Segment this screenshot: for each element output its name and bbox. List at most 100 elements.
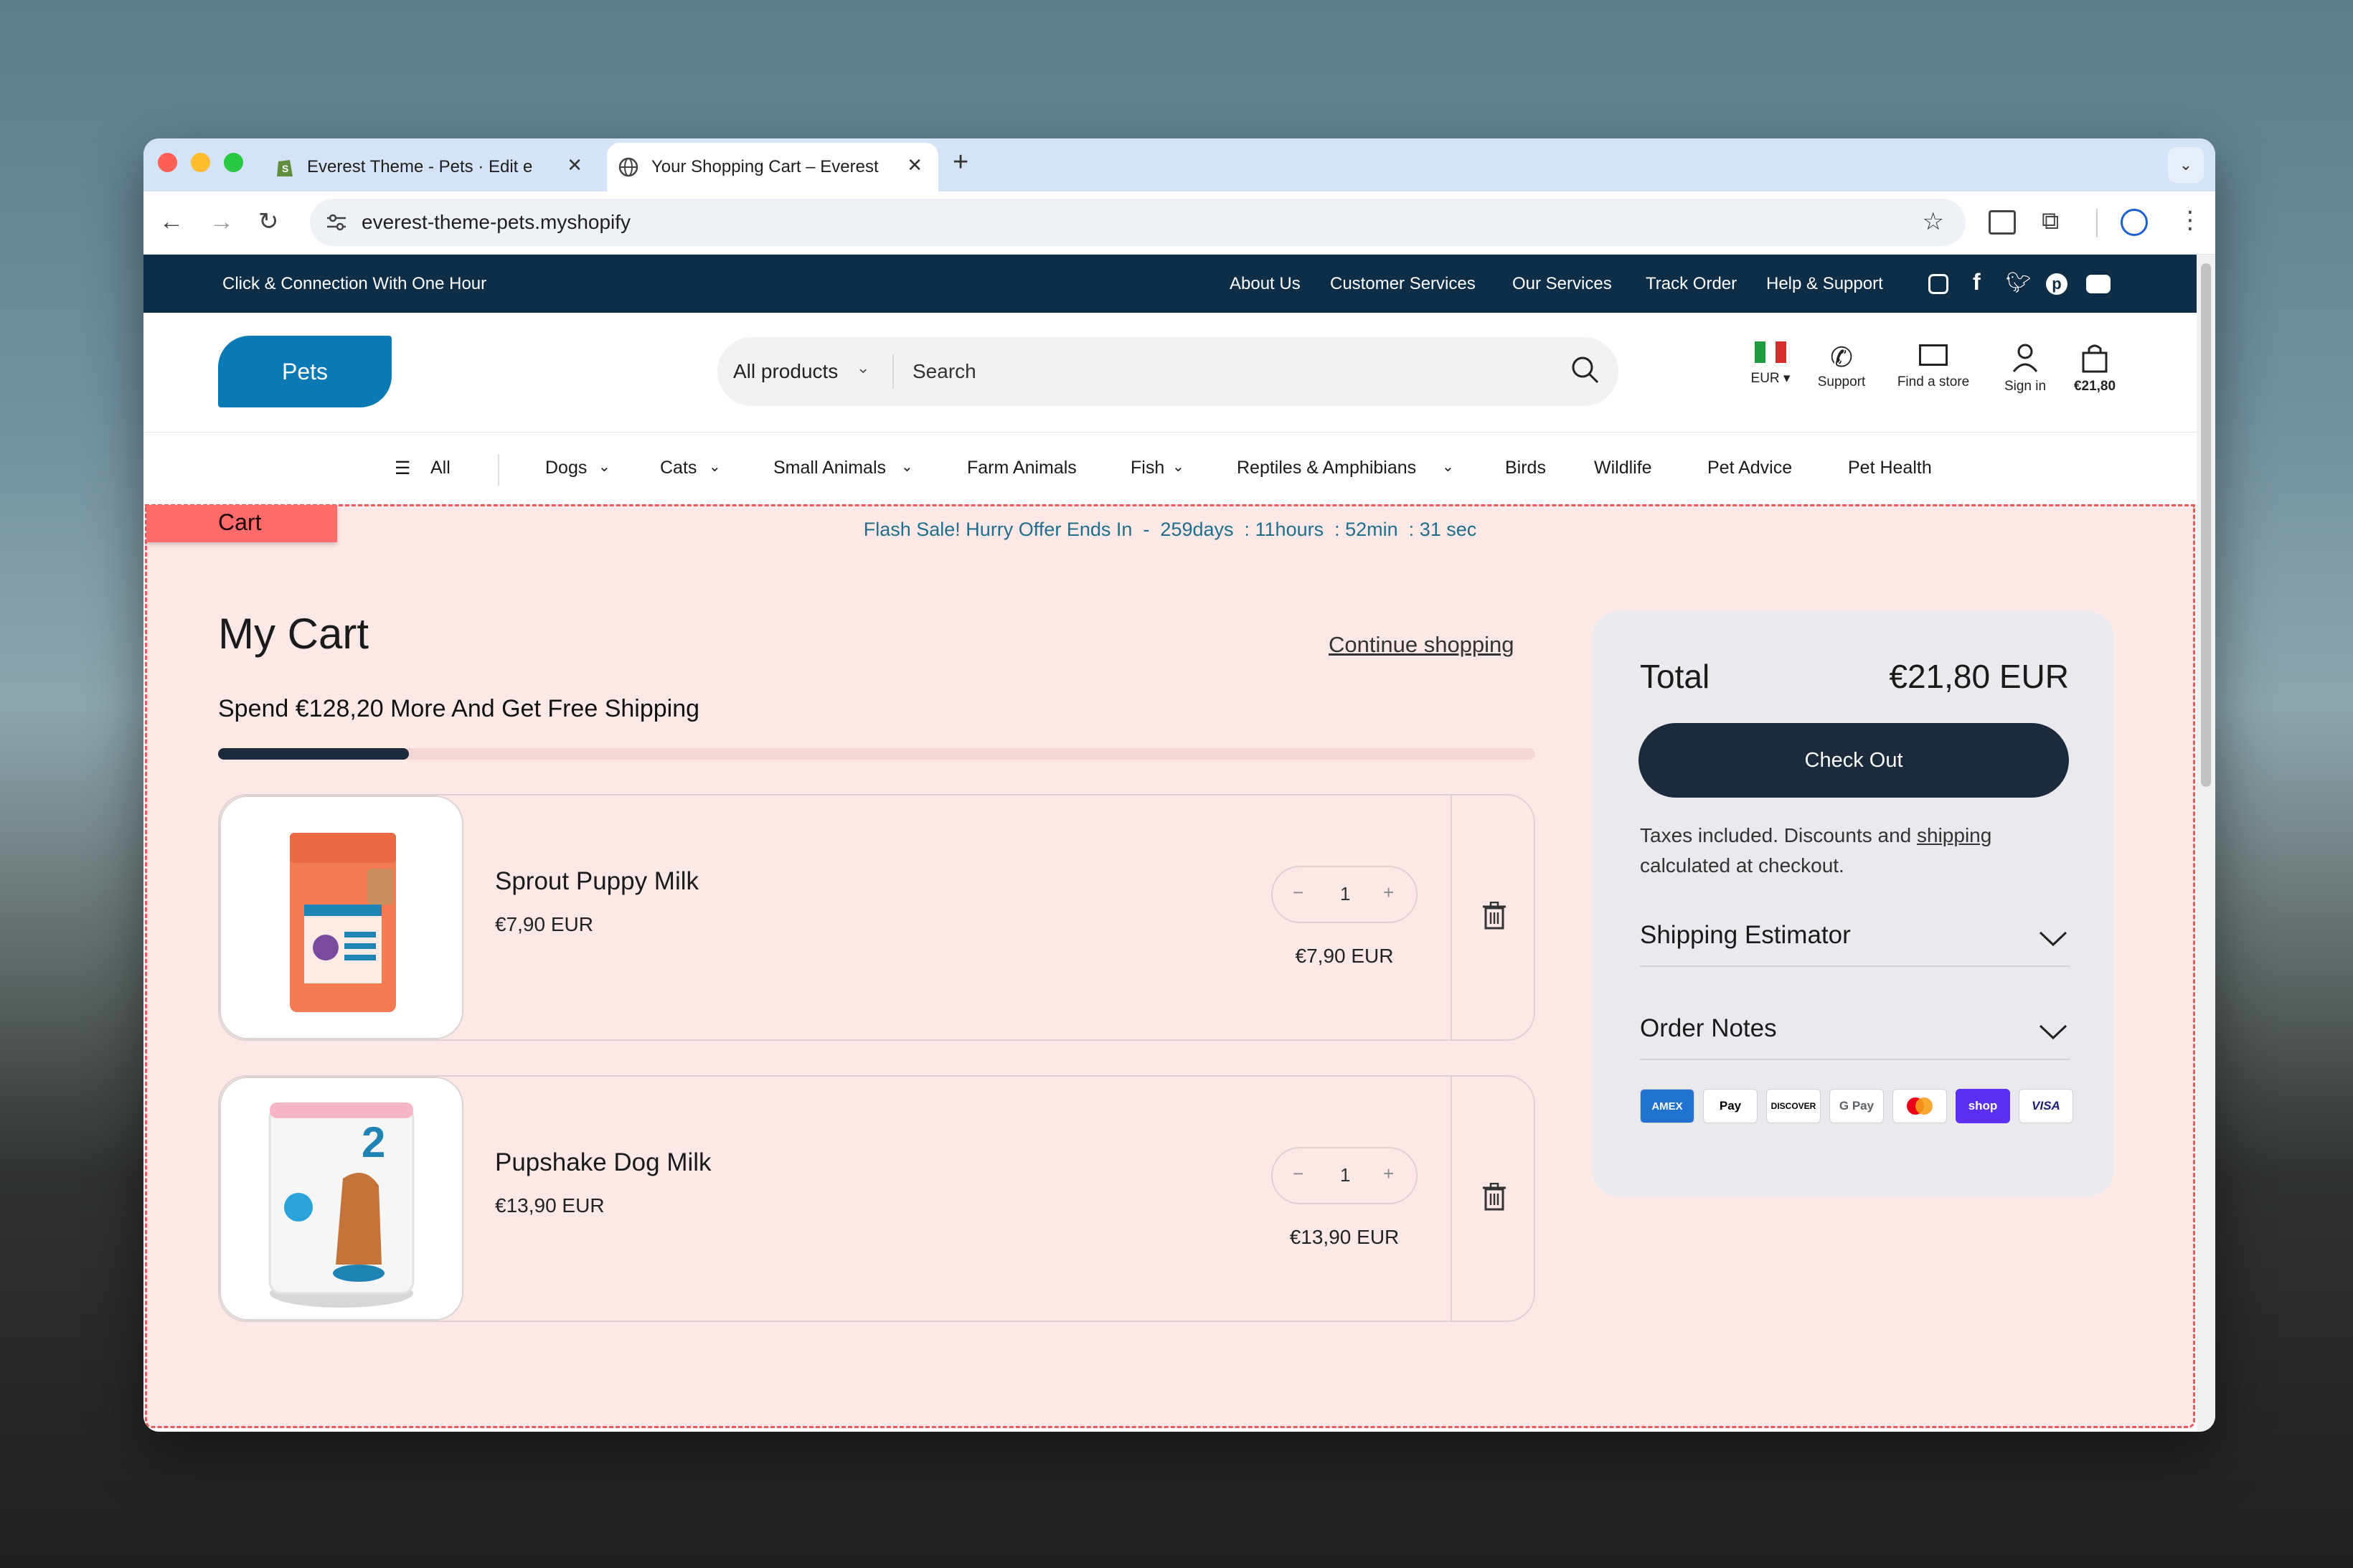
menu-item-wildlife[interactable]: Wildlife: [1594, 458, 1652, 478]
youtube-icon[interactable]: [2086, 275, 2111, 293]
shipping-estimator-toggle[interactable]: Shipping Estimator: [1640, 907, 2070, 967]
menu-item-cats[interactable]: Cats: [660, 458, 697, 478]
chevron-down-icon: ⌄: [901, 459, 913, 475]
link-help-support[interactable]: Help & Support: [1766, 274, 1883, 294]
close-icon[interactable]: ✕: [567, 154, 583, 176]
checkout-button[interactable]: Check Out: [1638, 723, 2069, 798]
menu-item-fish[interactable]: Fish: [1131, 458, 1164, 478]
back-arrow-icon[interactable]: ←: [159, 207, 184, 236]
decrease-quantity-button[interactable]: −: [1293, 1163, 1303, 1185]
maximize-window-button[interactable]: [224, 153, 243, 172]
menu-item-birds[interactable]: Birds: [1505, 458, 1546, 478]
decrease-quantity-button[interactable]: −: [1293, 882, 1303, 904]
link-customer-services[interactable]: Customer Services: [1330, 274, 1476, 294]
search-divider: [892, 354, 894, 389]
countdown-seconds: 31 sec: [1419, 519, 1477, 540]
search-bar: All products ⌄ Search: [717, 337, 1618, 406]
twitter-icon[interactable]: 🐦︎: [2006, 270, 2032, 294]
sign-in-link[interactable]: Sign in: [1993, 341, 2057, 395]
menu-item-reptiles-amphibians[interactable]: Reptiles & Amphibians: [1237, 458, 1416, 478]
hamburger-icon[interactable]: ☰: [395, 458, 410, 479]
tab-everest-theme-editor[interactable]: S Everest Theme - Pets · Edit e ✕: [267, 143, 598, 192]
link-track-order[interactable]: Track Order: [1646, 274, 1737, 294]
quantity-value[interactable]: 1: [1340, 1164, 1350, 1186]
menu-item-all[interactable]: All: [430, 458, 451, 478]
shipping-policy-link[interactable]: shipping: [1917, 824, 1991, 846]
site-settings-icon[interactable]: [326, 213, 347, 232]
search-icon[interactable]: [1570, 354, 1600, 384]
support-link[interactable]: ✆ Support: [1809, 341, 1874, 390]
product-thumbnail[interactable]: 2: [220, 1077, 463, 1321]
page-scrollbar[interactable]: [2197, 255, 2215, 1432]
link-about-us[interactable]: About Us: [1230, 274, 1301, 294]
continue-shopping-link[interactable]: Continue shopping: [1329, 632, 1514, 658]
more-menu-icon[interactable]: ⋮: [2178, 206, 2202, 235]
tab-shopping-cart[interactable]: Your Shopping Cart – Everest ✕: [607, 143, 938, 192]
phone-icon: ✆: [1830, 343, 1853, 373]
find-store-label: Find a store: [1897, 374, 1970, 389]
menu-item-small-animals[interactable]: Small Animals: [773, 458, 886, 478]
browser-toolbar: ← → ↻ everest-theme-pets.myshopify ☆ ⧉ ⋮: [143, 192, 2215, 255]
menu-item-farm-animals[interactable]: Farm Animals: [967, 458, 1077, 478]
extensions-icon[interactable]: ⧉: [2042, 207, 2059, 235]
forward-arrow-icon[interactable]: →: [209, 207, 234, 236]
tab-search-chevron-icon[interactable]: ⌄: [2168, 147, 2204, 183]
line-total: €13,90 EUR: [1289, 1226, 1400, 1248]
remove-item-area: [1451, 795, 1535, 1039]
bookmark-star-icon[interactable]: ☆: [1923, 207, 1944, 236]
product-name[interactable]: Pupshake Dog Milk: [495, 1148, 712, 1177]
tab-title: Your Shopping Cart – Everest: [651, 157, 879, 176]
tax-note-text: Taxes included. Discounts and: [1640, 824, 1917, 846]
menu-item-dogs[interactable]: Dogs: [545, 458, 587, 478]
screenshot-icon[interactable]: [1989, 210, 2016, 235]
total-value: €21,80 EUR: [1889, 658, 2069, 695]
countdown-days: 259days: [1160, 519, 1234, 540]
pinterest-icon[interactable]: p: [2046, 273, 2067, 295]
search-category-select[interactable]: All products: [733, 360, 838, 383]
profile-icon[interactable]: [2121, 209, 2148, 236]
minimize-window-button[interactable]: [191, 153, 210, 172]
find-store-link[interactable]: Find a store: [1887, 341, 1980, 390]
promo-text: Click & Connection With One Hour: [222, 274, 487, 293]
remove-item-area: [1451, 1077, 1535, 1321]
payment-methods: AMEX Pay DISCOVER G Pay shop VISA: [1640, 1089, 2085, 1125]
search-input[interactable]: Search: [913, 360, 976, 383]
increase-quantity-button[interactable]: +: [1383, 1163, 1394, 1185]
close-icon[interactable]: ✕: [907, 154, 923, 176]
currency-selector[interactable]: EUR ▾: [1746, 341, 1795, 387]
product-name[interactable]: Sprout Puppy Milk: [495, 867, 699, 896]
order-notes-toggle[interactable]: Order Notes: [1640, 1000, 2070, 1060]
bag-icon: [2082, 344, 2108, 373]
link-our-services[interactable]: Our Services: [1512, 274, 1612, 294]
address-bar[interactable]: everest-theme-pets.myshopify ☆: [310, 199, 1966, 246]
flash-sale-label: Flash Sale! Hurry Offer Ends In: [863, 519, 1133, 540]
trash-icon[interactable]: [1482, 902, 1506, 930]
scrollbar-thumb[interactable]: [2201, 263, 2211, 787]
instagram-icon[interactable]: [1928, 274, 1948, 294]
menu-item-pet-health[interactable]: Pet Health: [1848, 458, 1932, 478]
cart-link[interactable]: €21,80: [2067, 341, 2122, 395]
quantity-value[interactable]: 1: [1340, 883, 1350, 905]
product-price: €7,90 EUR: [495, 913, 593, 935]
chevron-down-icon: [2039, 931, 2067, 947]
product-thumbnail[interactable]: [220, 795, 463, 1039]
chevron-down-icon: [2039, 1024, 2067, 1040]
increase-quantity-button[interactable]: +: [1383, 882, 1394, 904]
cart-item: Sprout Puppy Milk €7,90 EUR − 1 + €7,90 …: [218, 794, 1535, 1041]
close-window-button[interactable]: [158, 153, 177, 172]
facebook-icon[interactable]: f: [1973, 269, 1981, 296]
logo[interactable]: Pets: [218, 336, 392, 407]
globe-icon: [618, 157, 638, 177]
toolbar-divider: [2096, 209, 2098, 237]
new-tab-button[interactable]: +: [953, 147, 968, 178]
site-header: Pets All products ⌄ Search EUR ▾ ✆ Suppo…: [143, 313, 2197, 433]
reload-icon[interactable]: ↻: [258, 207, 279, 236]
trash-icon[interactable]: [1482, 1183, 1506, 1212]
main-menu: ☰ All Dogs ⌄ Cats ⌄ Small Animals ⌄ Farm…: [143, 433, 2197, 504]
quantity-stepper: − 1 +: [1271, 866, 1418, 923]
free-shipping-message: Spend €128,20 More And Get Free Shipping: [218, 695, 700, 722]
shop-pay-icon: shop: [1956, 1089, 2010, 1123]
menu-item-pet-advice[interactable]: Pet Advice: [1707, 458, 1792, 478]
tax-note-text-2: calculated at checkout.: [1640, 854, 1844, 877]
mastercard-icon: [1892, 1089, 1947, 1123]
